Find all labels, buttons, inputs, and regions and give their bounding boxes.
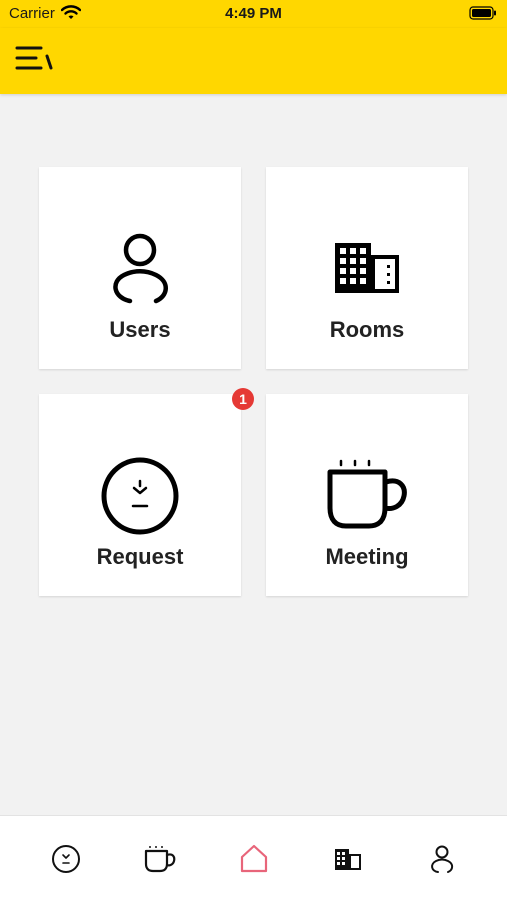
coffee-cup-icon: [266, 458, 468, 532]
request-face-icon: [51, 844, 81, 879]
request-tile-label: Request: [96, 544, 184, 569]
meeting-tile[interactable]: Meeting: [266, 394, 468, 596]
tab-bar: [0, 815, 507, 900]
menu-button[interactable]: [14, 44, 58, 76]
status-bar: Carrier 4:49 PM: [0, 0, 507, 28]
coffee-cup-icon: [144, 844, 176, 879]
request-badge: 1: [232, 388, 254, 410]
user-icon: [427, 844, 457, 879]
tab-home[interactable]: [203, 816, 304, 900]
tab-request[interactable]: [15, 816, 116, 900]
tab-rooms[interactable]: [297, 816, 398, 900]
tab-users[interactable]: [391, 816, 492, 900]
tab-meeting[interactable]: [109, 816, 210, 900]
home-icon: [239, 844, 269, 879]
user-icon: [39, 230, 241, 304]
meeting-tile-label: Meeting: [325, 544, 409, 569]
building-icon: [266, 241, 468, 295]
rooms-tile[interactable]: Rooms: [266, 167, 468, 369]
rooms-tile-label: Rooms: [329, 317, 405, 342]
users-tile-label: Users: [109, 317, 171, 342]
building-icon: [333, 844, 363, 879]
menu-icon: [14, 43, 54, 78]
request-face-icon: [39, 456, 241, 536]
battery-icon: [469, 6, 497, 25]
users-tile[interactable]: Users: [39, 167, 241, 369]
request-tile[interactable]: Request: [39, 394, 241, 596]
app-bar: [0, 28, 507, 94]
status-time: 4:49 PM: [225, 5, 282, 22]
